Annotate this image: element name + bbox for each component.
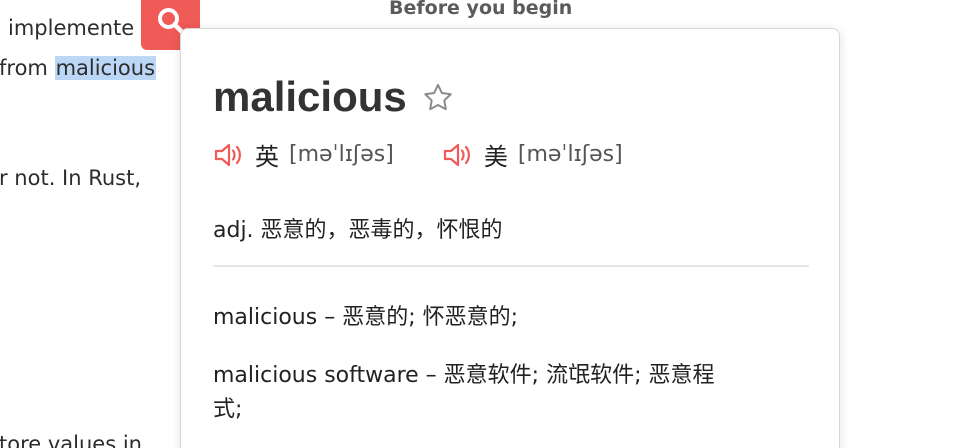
- doc-text-line: tore values in: [0, 432, 142, 448]
- accent-label: 英: [255, 143, 279, 171]
- doc-text-line: implemente: [8, 16, 135, 40]
- doc-text-line-highlight: from malicious: [0, 54, 157, 82]
- accent-label: 美: [483, 143, 508, 171]
- section-heading: Before you begin: [389, 0, 573, 19]
- page: Before you begin implemente from malicio…: [0, 0, 974, 448]
- doc-text-line: r not. In Rust,: [0, 166, 142, 190]
- phonetic-text: [məˈlɪʃəs]: [289, 142, 394, 167]
- doc-text-fragment: from: [0, 56, 48, 80]
- divider: [213, 265, 809, 267]
- definition-text: adj. 恶意的，恶毒的，怀恨的: [213, 218, 503, 243]
- phrase-item: malicious – 恶意的; 怀恶意的;: [213, 305, 519, 330]
- pronunciation-uk: 英 [məˈlɪʃəs]: [213, 137, 394, 172]
- pronunciation-row: 英 [məˈlɪʃəs] 美 [məˈlɪʃəs]: [213, 137, 671, 172]
- headword: malicious: [213, 73, 407, 120]
- dictionary-popup: malicious 英 [məˈlɪʃəs] 美 [məˈlɪʃəs] adj.…: [180, 28, 840, 448]
- pronunciation-us: 美 [məˈlɪʃəs]: [442, 137, 623, 172]
- selected-word[interactable]: malicious: [54, 56, 157, 80]
- headword-row: malicious: [213, 73, 455, 121]
- speaker-icon[interactable]: [442, 142, 474, 168]
- phonetic-text: [məˈlɪʃəs]: [517, 142, 623, 167]
- phrase-list: malicious – 恶意的; 怀恶意的; malicious softwar…: [213, 301, 809, 448]
- speaker-icon[interactable]: [213, 142, 245, 168]
- star-outline-icon[interactable]: [421, 81, 455, 115]
